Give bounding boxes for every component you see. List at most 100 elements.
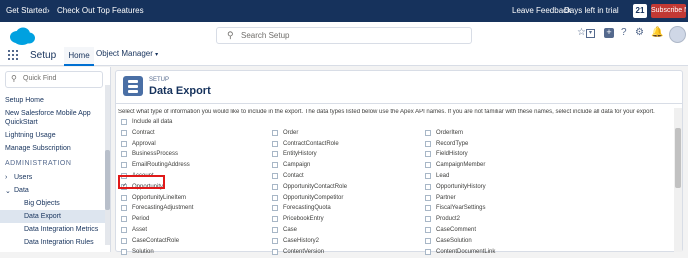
help-icon[interactable]: ? [621,27,627,38]
sidebar-item-manage-subscription[interactable]: Manage Subscription [5,145,71,152]
checkbox-label: OrderItem [436,129,464,136]
sidebar-item-data-integration-rules[interactable]: Data Integration Rules [24,239,94,246]
checkbox-label: CampaignMember [436,162,486,169]
checkbox[interactable] [121,140,127,147]
favorites-star-icon[interactable]: ☆ [577,27,586,38]
quick-find-input[interactable]: ⚲ Quick Find [5,71,103,88]
checkbox-label: Period [132,216,150,223]
checkbox[interactable] [272,140,278,147]
sidebar-item-setup-home[interactable]: Setup Home [5,97,44,104]
checkbox[interactable] [272,194,278,201]
add-icon[interactable]: + [604,28,614,38]
checkbox-label: Order [283,129,299,136]
checkbox[interactable] [425,237,431,244]
checkbox[interactable] [121,151,127,158]
subscribe-now-button[interactable]: Subscribe Now [651,4,686,18]
sidebar-item-mobile-app-line2[interactable]: QuickStart [5,119,38,126]
check-out-features-link[interactable]: Check Out Top Features [57,6,144,15]
checkbox-label: Contact [283,173,304,179]
sidebar-item-data-export[interactable]: Data Export [24,213,61,220]
checkbox-label: ContractContactRole [283,140,339,147]
checkbox[interactable] [272,173,278,179]
search-setup-input[interactable]: ⚲ Search Setup [216,27,472,44]
tab-home[interactable]: Home [64,47,94,66]
search-icon: ⚲ [227,30,234,40]
leave-feedback-link[interactable]: Leave Feedback [512,6,571,15]
sidebar-section-administration: ADMINISTRATION [5,160,72,167]
checkbox[interactable] [425,216,431,223]
checkbox-label: EntityHistory [283,151,317,158]
sidebar-item-big-objects[interactable]: Big Objects [24,200,60,207]
checkbox[interactable] [121,162,127,169]
checkbox-label: Approval [132,140,156,147]
app-launcher-icon[interactable] [8,50,20,62]
checkbox[interactable] [272,162,278,169]
checkbox[interactable] [425,205,431,212]
checkbox-label: CaseContactRole [132,237,180,244]
checkbox[interactable] [121,119,127,125]
checkbox-label: EmailRoutingAddress [132,162,190,169]
sidebar-item-data-integration-metrics[interactable]: Data Integration Metrics [24,226,98,233]
checkbox-label: FieldHistory [436,151,468,158]
checkbox[interactable] [121,237,127,244]
main-scroll-thumb[interactable] [675,128,681,188]
checkbox[interactable] [425,162,431,169]
checkbox-label: Include all data [132,119,173,125]
quick-find-placeholder: Quick Find [23,75,57,82]
checkbox[interactable] [121,205,127,212]
checkbox[interactable] [121,216,127,223]
opportunity-highlight-box [118,175,165,189]
checkbox-label: CaseHistory2 [283,237,320,244]
checkbox[interactable] [272,183,278,190]
checkbox[interactable] [272,205,278,212]
favorites-dropdown-icon[interactable]: ▾ [586,29,595,38]
checkbox[interactable] [272,227,278,233]
tab-object-manager[interactable]: Object Manager ▾ [96,49,158,58]
checkbox[interactable] [425,151,431,158]
trial-days-badge: 21 [633,4,647,18]
checkbox-label: Partner [436,194,456,201]
sidebar-item-mobile-app[interactable]: New Salesforce Mobile App [5,110,91,117]
bell-icon[interactable]: 🔔 [651,27,663,38]
checkbox[interactable] [121,194,127,201]
data-export-icon [123,76,143,96]
checkbox-label: Contract [132,129,155,136]
chevron-down-icon[interactable]: ⌄ [5,187,11,195]
sidebar-item-users[interactable]: Users [14,174,32,181]
checkbox[interactable] [425,227,431,233]
days-left-label: Days left in trial [564,6,619,15]
checkbox[interactable] [121,227,127,233]
checkbox-label: Asset [132,227,148,233]
sidebar-scroll-thumb[interactable] [105,150,110,210]
checkbox-label: OpportunityContactRole [283,183,348,190]
sidebar-item-data[interactable]: Data [14,187,29,194]
sidebar-item-lightning-usage[interactable]: Lightning Usage [5,132,56,139]
checkbox-label: OpportunityHistory [436,183,486,190]
checkbox[interactable] [272,151,278,158]
checkbox-label: Case [283,227,298,233]
checkbox[interactable] [272,216,278,223]
chevron-right-icon[interactable]: › [5,174,7,181]
checkbox[interactable] [425,129,431,136]
checkbox-label: PricebookEntry [283,216,324,223]
checkbox[interactable] [121,129,127,136]
checkbox[interactable] [425,194,431,201]
checkbox-label: CaseComment [436,227,477,233]
get-started-link[interactable]: Get Started [6,6,47,15]
checkbox[interactable] [272,237,278,244]
checkbox-label: Product2 [436,216,461,223]
avatar[interactable] [669,26,686,43]
checkbox[interactable] [425,173,431,179]
checkbox[interactable] [425,140,431,147]
page-title: Data Export [149,85,211,97]
app-title: Setup [30,50,57,61]
salesforce-cloud-logo[interactable] [8,26,36,46]
breadcrumb: SETUP [149,77,170,83]
checkbox[interactable] [425,183,431,190]
checkbox-label: RecordType [436,140,469,147]
checkbox[interactable] [272,129,278,136]
checkbox-label: ForecastingQuota [283,205,331,212]
instructions-text: Select what type of information you woul… [118,109,655,115]
checkbox-label: Lead [436,173,450,179]
gear-icon[interactable]: ⚙ [635,27,644,38]
